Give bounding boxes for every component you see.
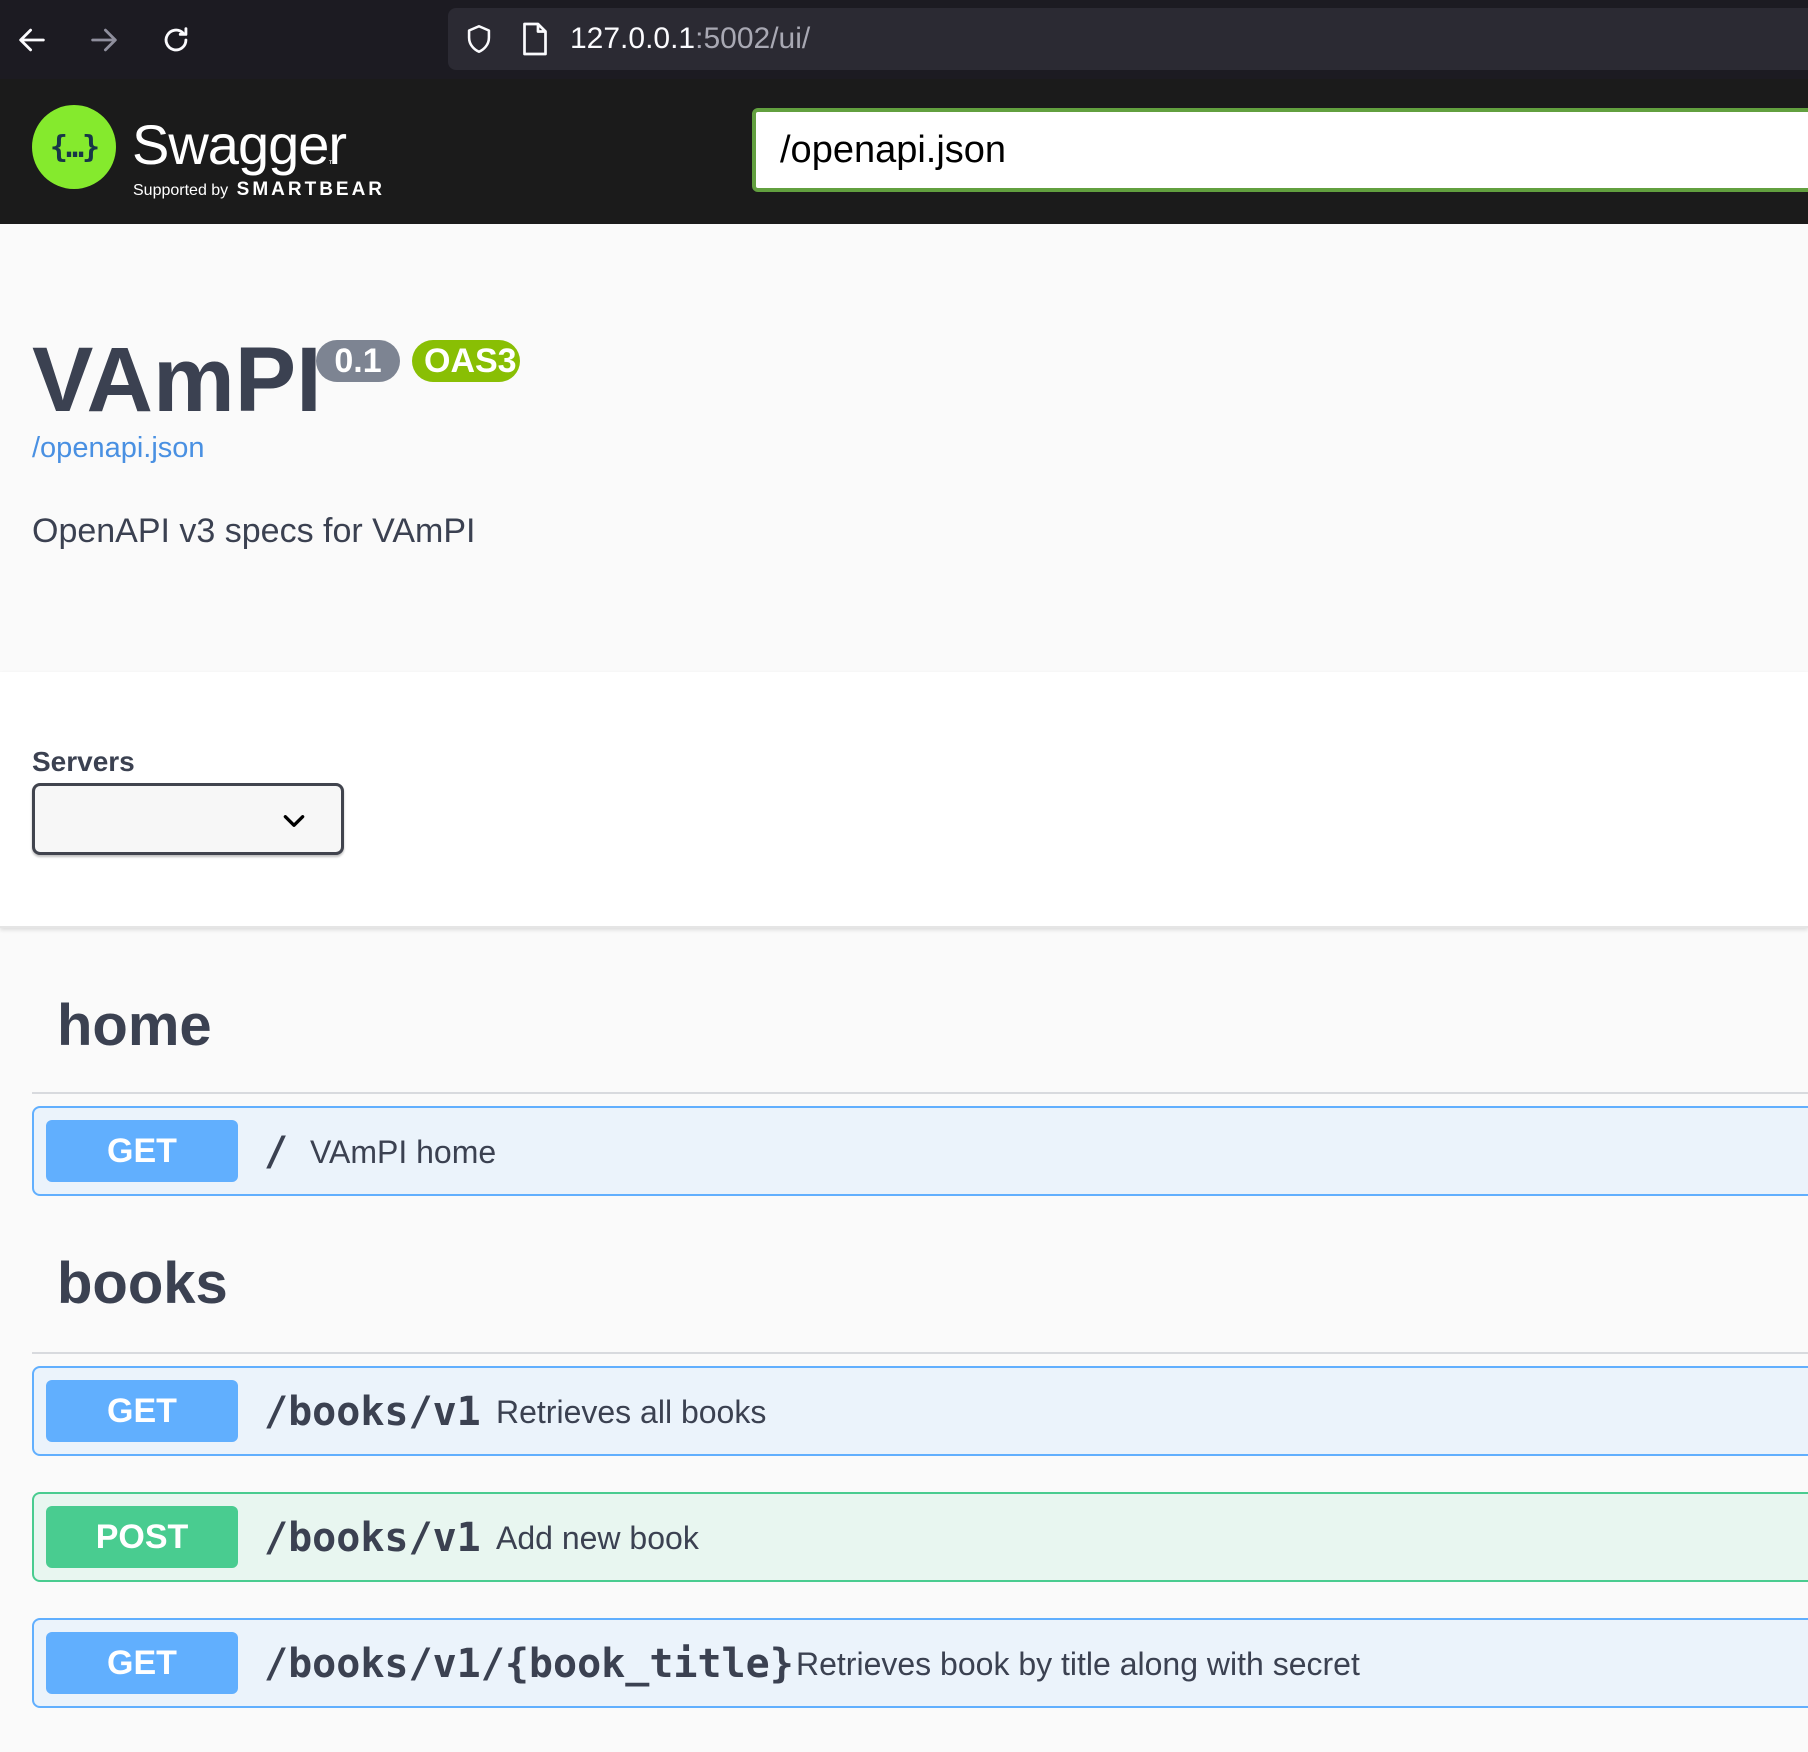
operation-path: /books/v1/{book_title} xyxy=(264,1641,794,1687)
url-host: 127.0.0.1 xyxy=(570,22,696,55)
servers-label: Servers xyxy=(32,746,135,777)
operation-path: /books/v1 xyxy=(264,1389,481,1435)
back-arrow-icon[interactable] xyxy=(6,14,58,66)
shield-icon[interactable] xyxy=(462,22,496,56)
api-description: OpenAPI v3 specs for VAmPI xyxy=(32,512,476,550)
swagger-logo-title[interactable]: Swagger xyxy=(132,113,347,177)
api-title: VAmPI xyxy=(32,329,322,431)
swagger-logo-icon[interactable]: {…} xyxy=(32,105,116,189)
method-badge: POST xyxy=(46,1506,238,1568)
forward-arrow-icon[interactable] xyxy=(78,14,130,66)
logo-symbol: {…} xyxy=(49,129,100,165)
operation-summary: Retrieves all books xyxy=(496,1394,767,1430)
tag-divider xyxy=(32,1092,1808,1094)
page-icon xyxy=(523,22,547,56)
url-text[interactable]: 127.0.0.1:5002/ui/ xyxy=(570,20,810,58)
operation-post-books[interactable]: POST /books/v1 Add new book xyxy=(32,1492,1808,1582)
operation-summary: Add new book xyxy=(496,1520,699,1556)
url-path: :5002/ui/ xyxy=(695,22,811,55)
operation-summary: VAmPI home xyxy=(310,1134,497,1170)
operation-path: / xyxy=(264,1129,289,1175)
reload-icon[interactable] xyxy=(150,14,202,66)
oas-badge: OAS3 xyxy=(412,340,520,382)
supported-by-text: Supported by xyxy=(133,182,229,199)
operation-get-book-by-title[interactable]: GET /books/v1/{book_title} Retrieves boo… xyxy=(32,1618,1808,1708)
smartbear-text: SMARTBEAR xyxy=(236,179,386,200)
tag-divider xyxy=(32,1352,1808,1354)
method-badge: GET xyxy=(46,1380,238,1442)
servers-section: Servers xyxy=(0,672,1808,928)
servers-select[interactable] xyxy=(32,783,344,855)
version-badge: 0.1 xyxy=(316,340,400,382)
method-badge: GET xyxy=(46,1632,238,1694)
operation-get-root[interactable]: GET / VAmPI home xyxy=(32,1106,1808,1196)
trademark-mark: ™ xyxy=(328,159,338,170)
operation-summary: Retrieves book by title along with secre… xyxy=(796,1646,1360,1682)
method-badge: GET xyxy=(46,1120,238,1182)
tag-title-home[interactable]: home xyxy=(57,992,212,1059)
browser-toolbar: 127.0.0.1:5002/ui/ xyxy=(0,0,1808,79)
address-bar[interactable]: 127.0.0.1:5002/ui/ xyxy=(448,8,1808,70)
logo-subtitle: Supported by SMARTBEAR xyxy=(133,179,385,201)
operation-path: /books/v1 xyxy=(264,1515,481,1561)
operation-get-books[interactable]: GET /books/v1 Retrieves all books xyxy=(32,1366,1808,1456)
spec-url-input[interactable] xyxy=(752,108,1808,192)
chevron-down-icon xyxy=(283,815,305,827)
spec-link[interactable]: /openapi.json xyxy=(32,432,205,465)
tag-title-books[interactable]: books xyxy=(57,1250,228,1317)
